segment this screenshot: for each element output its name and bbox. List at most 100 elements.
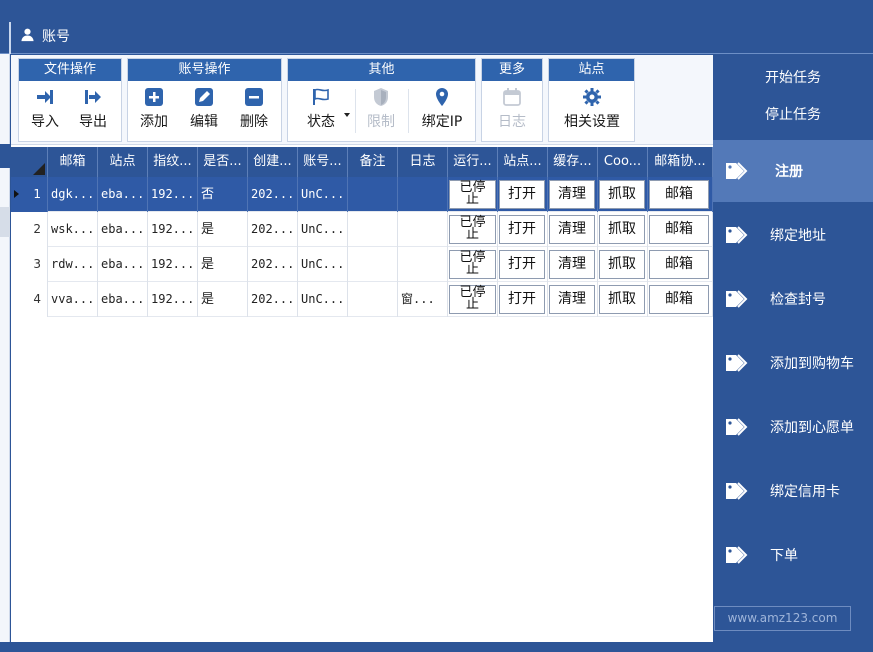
sidebar-item-add-to-wishlist[interactable]: 添加到心愿单 — [713, 396, 873, 458]
sidebar-item-bind-address[interactable]: 绑定地址 — [713, 204, 873, 266]
sidebar-item-register[interactable]: 注册 — [713, 140, 873, 202]
sidebar-item-check-ban[interactable]: 检查封号 — [713, 268, 873, 330]
window-title: 账号 — [20, 26, 70, 46]
col-header-log[interactable]: 日志 — [398, 147, 448, 177]
row-number[interactable]: 4 — [11, 282, 48, 317]
mail-button[interactable]: 邮箱 — [649, 215, 709, 244]
select-all-corner[interactable] — [11, 147, 48, 177]
clear-cache-button[interactable]: 清理 — [549, 180, 595, 209]
edit-button[interactable]: 编辑 — [184, 87, 224, 131]
table-row[interactable]: 1 dgk... eba... 192... 否 202... UnC... 已停止打开 清理抓… — [11, 177, 713, 212]
sidebar-item-bind-card[interactable]: 绑定信用卡 — [713, 460, 873, 522]
tag-icon — [726, 418, 748, 436]
row-number[interactable]: 2 — [11, 212, 48, 247]
sidebar-item-add-to-cart[interactable]: 添加到购物车 — [713, 332, 873, 394]
grab-cookie-button[interactable]: 抓取 — [599, 215, 645, 244]
bind-ip-label: 绑定IP — [421, 114, 463, 130]
cell-account: UnC... — [298, 282, 348, 317]
status-dropdown-button[interactable]: 状态 — [294, 87, 350, 131]
clear-cache-button[interactable]: 清理 — [549, 250, 595, 279]
col-header-flag[interactable]: 是否... — [198, 147, 248, 177]
open-site-button[interactable]: 打开 — [499, 285, 545, 314]
cell-email: dgk... — [48, 177, 98, 212]
col-header-created[interactable]: 创建... — [248, 147, 298, 177]
col-header-account[interactable]: 账号... — [298, 147, 348, 177]
table-row[interactable]: 4 vva... eba... 192... 是 202... UnC... 窗... 已停止打… — [11, 282, 713, 317]
log-label: 日志 — [498, 114, 526, 130]
mail-button[interactable]: 邮箱 — [649, 180, 709, 209]
run-status-button[interactable]: 已停止 — [449, 250, 496, 279]
import-button[interactable]: 导入 — [25, 87, 65, 131]
grab-cookie-button[interactable]: 抓取 — [599, 250, 645, 279]
left-edge-highlight — [0, 144, 10, 168]
col-header-site[interactable]: 站点 — [98, 147, 148, 177]
left-edge-panel — [0, 54, 10, 642]
cell-note — [348, 247, 398, 282]
cell-log — [398, 212, 448, 247]
ribbon-toolbar: 文件操作 导入 导出 账号操作 添加 编辑 删除 其他 状态 限制 绑定IP 更… — [11, 55, 713, 145]
export-button[interactable]: 导出 — [73, 87, 113, 131]
col-header-email[interactable]: 邮箱 — [48, 147, 98, 177]
group-site-header: 站点 — [549, 59, 634, 81]
clear-cache-button[interactable]: 清理 — [549, 285, 595, 314]
mail-button[interactable]: 邮箱 — [649, 250, 709, 279]
left-edge-shade — [0, 207, 10, 237]
limit-button[interactable]: 限制 — [361, 87, 401, 131]
col-header-cache[interactable]: 缓存... — [548, 147, 598, 177]
cell-created: 202... — [248, 247, 298, 282]
clear-cache-button[interactable]: 清理 — [549, 215, 595, 244]
run-status-button[interactable]: 已停止 — [449, 180, 496, 209]
add-button[interactable]: 添加 — [134, 87, 174, 131]
col-header-site-open[interactable]: 站点... — [498, 147, 548, 177]
col-header-note[interactable]: 备注 — [348, 147, 398, 177]
limit-label: 限制 — [367, 114, 395, 130]
grab-cookie-button[interactable]: 抓取 — [599, 285, 645, 314]
tag-icon — [726, 482, 748, 500]
window-title-text: 账号 — [42, 29, 70, 45]
edit-label: 编辑 — [190, 114, 218, 130]
open-site-button[interactable]: 打开 — [499, 250, 545, 279]
col-header-run[interactable]: 运行... — [448, 147, 498, 177]
site-settings-button[interactable]: 相关设置 — [557, 87, 627, 131]
row-number[interactable]: 3 — [11, 247, 48, 282]
plus-icon — [145, 88, 163, 106]
table-row[interactable]: 3 rdw... eba... 192... 是 202... UnC... 已停止打开 清理抓… — [11, 247, 713, 282]
stop-task-button[interactable]: 停止任务 — [713, 104, 873, 124]
log-button[interactable]: 日志 — [490, 87, 534, 131]
watermark: www.amz123.com — [714, 606, 851, 631]
cell-account: UnC... — [298, 247, 348, 282]
sidebar-item-place-order[interactable]: 下单 — [713, 524, 873, 586]
group-account-ops-header: 账号操作 — [128, 59, 281, 81]
col-header-fingerprint[interactable]: 指纹... — [148, 147, 198, 177]
group-other-header: 其他 — [288, 59, 475, 81]
table-row[interactable]: 2 wsk... eba... 192... 是 202... UnC... 已停止打开 清理抓… — [11, 212, 713, 247]
cell-flag: 是 — [198, 212, 248, 247]
group-site: 站点 相关设置 — [548, 58, 635, 142]
table-header-row: 邮箱 站点 指纹... 是否... 创建... 账号... 备注 日志 运行..… — [11, 147, 713, 177]
run-status-button[interactable]: 已停止 — [449, 215, 496, 244]
group-more: 更多 日志 — [481, 58, 543, 142]
cell-account: UnC... — [298, 177, 348, 212]
sidebar-item-label: 添加到心愿单 — [770, 420, 854, 436]
start-task-button[interactable]: 开始任务 — [713, 67, 873, 87]
col-header-cookie[interactable]: Coo... — [598, 147, 648, 177]
cell-site: eba... — [98, 212, 148, 247]
group-account-ops: 账号操作 添加 编辑 删除 — [127, 58, 282, 142]
import-icon — [37, 90, 53, 104]
open-site-button[interactable]: 打开 — [499, 215, 545, 244]
sidebar-item-label: 下单 — [770, 548, 798, 564]
open-site-button[interactable]: 打开 — [499, 180, 545, 209]
run-status-button[interactable]: 已停止 — [449, 285, 496, 314]
user-icon — [20, 27, 35, 46]
cell-note — [348, 282, 398, 317]
sidebar-item-label: 绑定信用卡 — [770, 484, 840, 500]
grab-cookie-button[interactable]: 抓取 — [599, 180, 645, 209]
bind-ip-button[interactable]: 绑定IP — [412, 87, 472, 131]
tag-icon — [726, 546, 748, 564]
cell-note — [348, 177, 398, 212]
col-header-mail-protocol[interactable]: 邮箱协... — [648, 147, 713, 177]
status-label: 状态 — [307, 114, 335, 130]
delete-button[interactable]: 删除 — [234, 87, 274, 131]
cell-site: eba... — [98, 247, 148, 282]
mail-button[interactable]: 邮箱 — [649, 285, 709, 314]
